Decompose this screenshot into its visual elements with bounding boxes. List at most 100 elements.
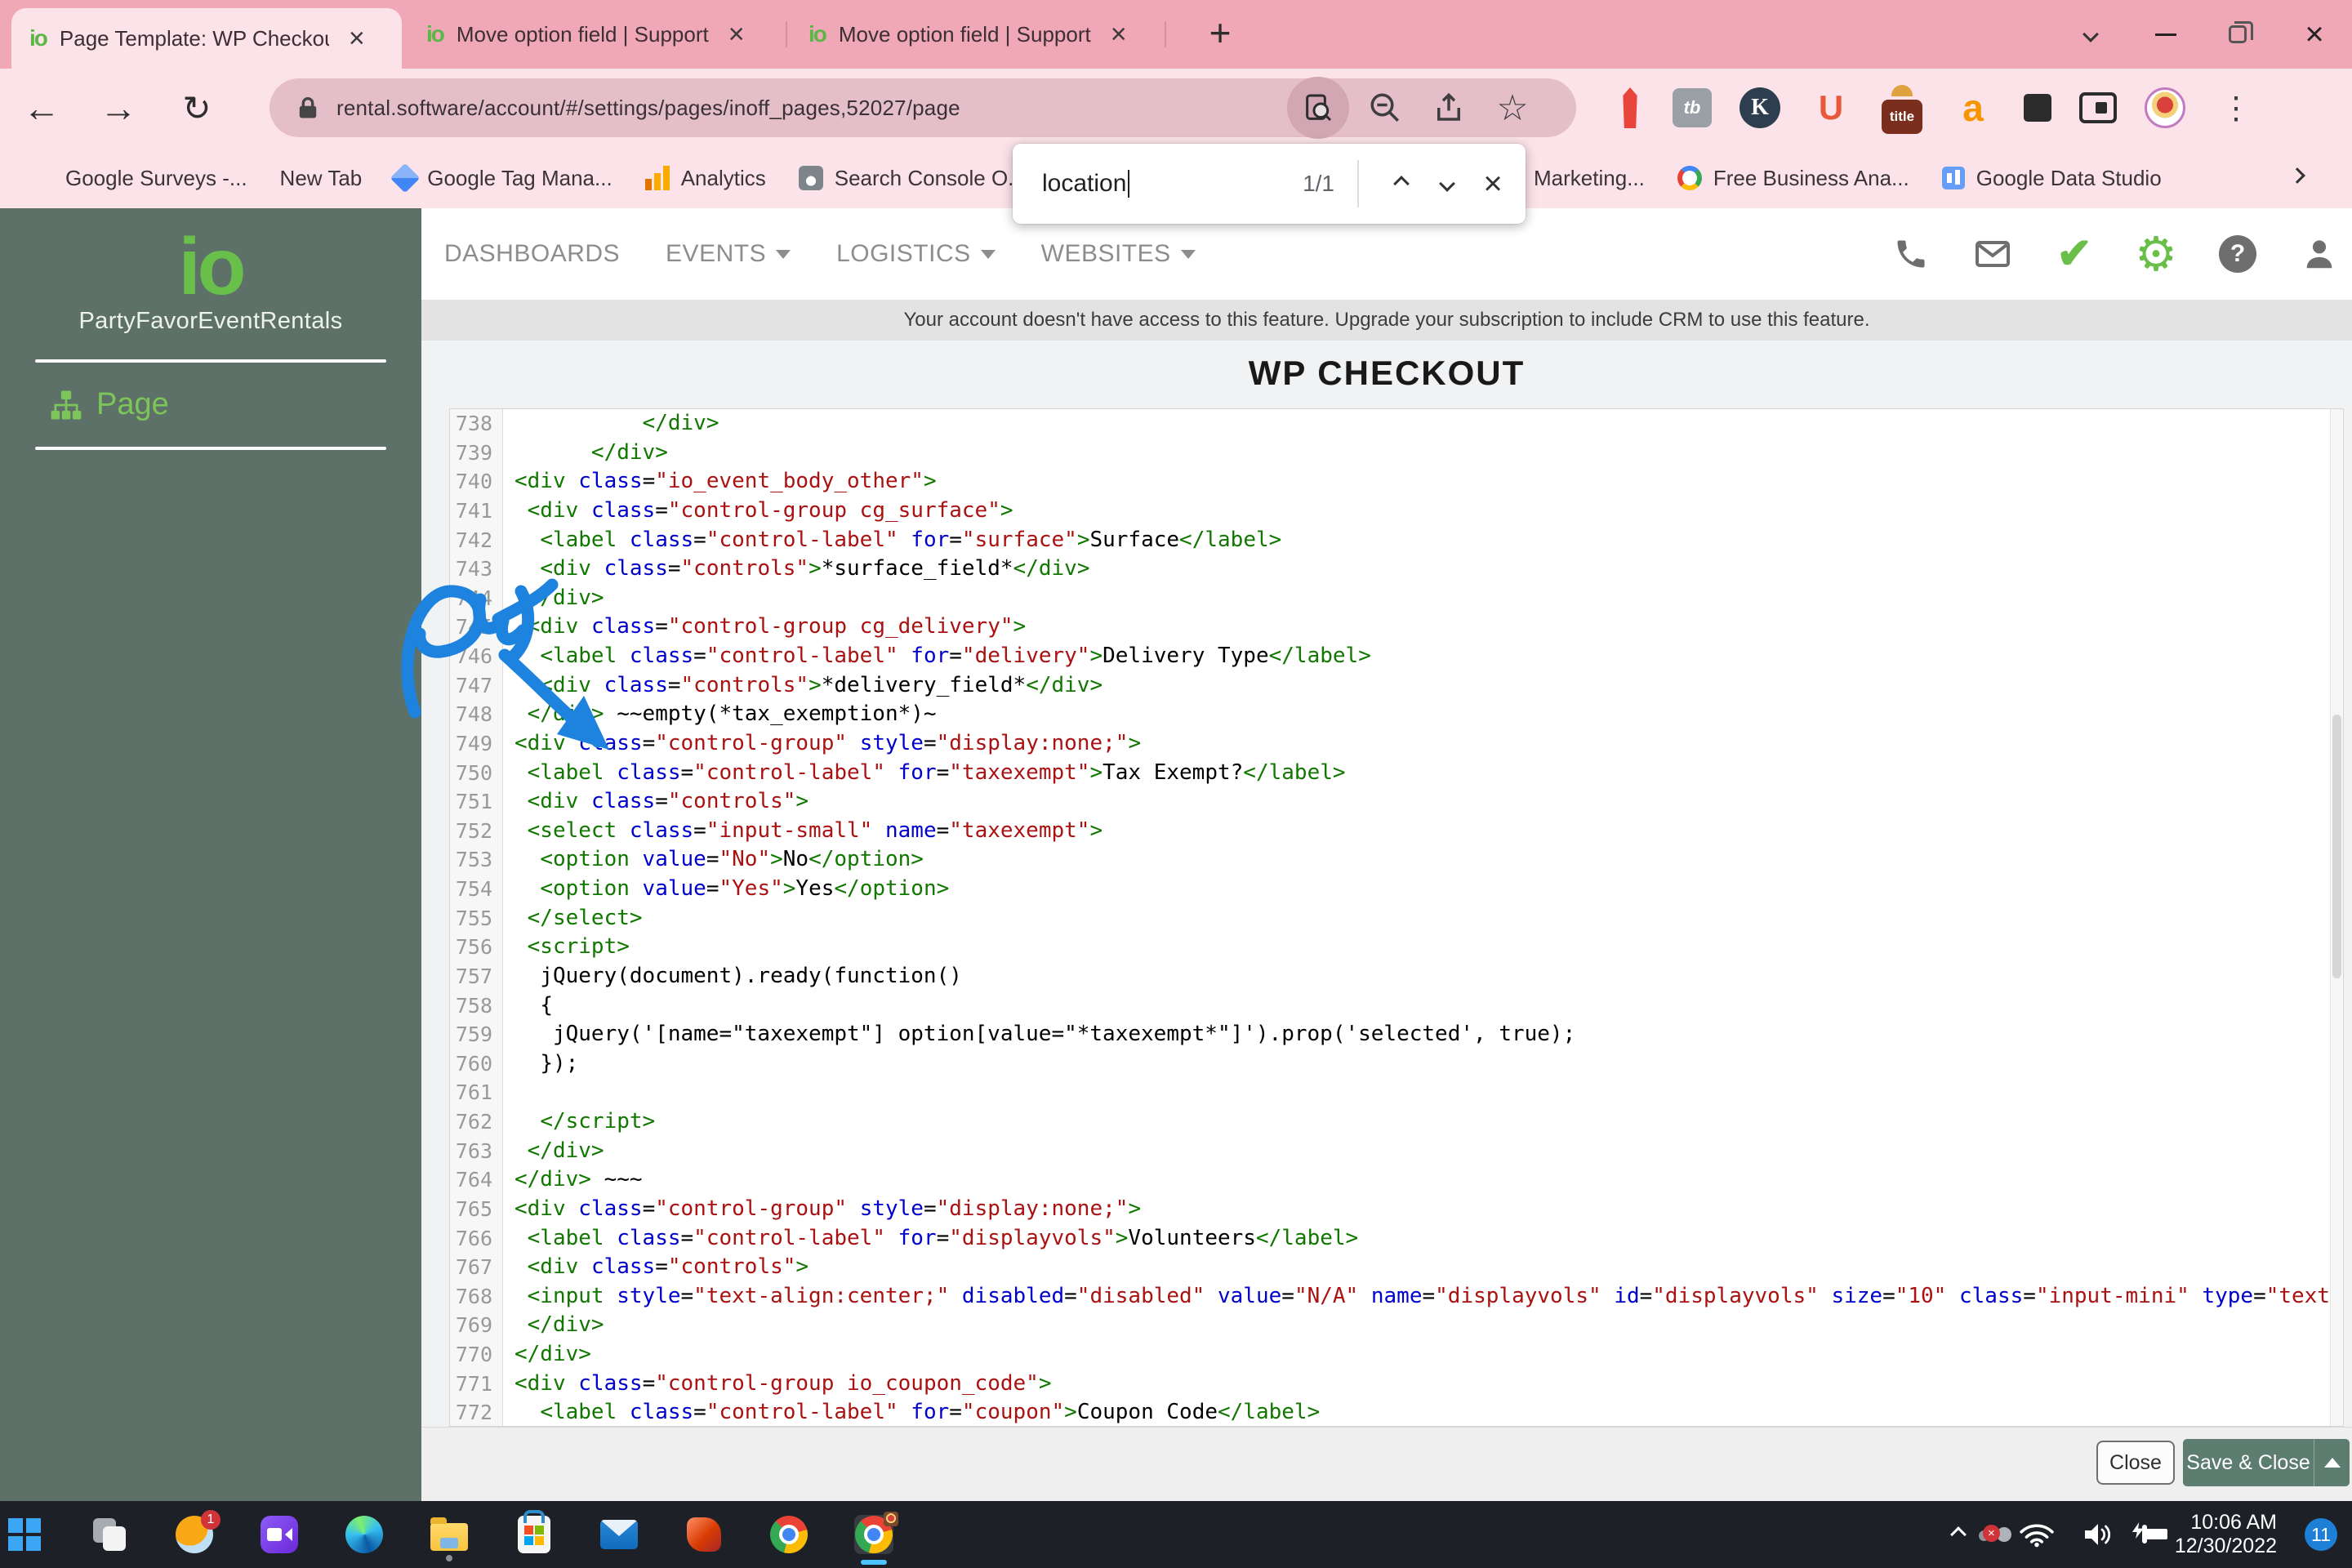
file-explorer-icon[interactable] <box>430 1515 469 1561</box>
minimize-button[interactable] <box>2143 11 2189 57</box>
code-line[interactable]: 746 <label class="control-label" for="de… <box>450 642 2343 671</box>
code-line[interactable]: 742 <label class="control-label" for="su… <box>450 526 2343 555</box>
tab[interactable]: io Move option field | Support × <box>408 0 780 69</box>
office-icon[interactable] <box>684 1515 724 1554</box>
check-icon[interactable]: ✔ <box>2053 229 2096 278</box>
share-icon[interactable] <box>1418 77 1480 139</box>
code-line[interactable]: 749 <div class="control-group" style="dis… <box>450 729 2343 759</box>
code-line[interactable]: 762 </script> <box>450 1107 2343 1137</box>
restore-button[interactable] <box>2215 11 2261 57</box>
nav-dashboards[interactable]: DASHBOARDS <box>444 240 620 268</box>
find-close-icon[interactable]: × <box>1470 161 1516 207</box>
bookmark-star-icon[interactable]: ☆ <box>1481 77 1544 139</box>
code-line[interactable]: 750 <label class="control-label" for="ta… <box>450 759 2343 788</box>
nav-logistics[interactable]: LOGISTICS <box>836 240 996 268</box>
code-line[interactable]: 744 </div> <box>450 584 2343 613</box>
code-line[interactable]: 748 </div> ~~empty(*tax_exemption*)~ <box>450 700 2343 729</box>
code-line[interactable]: 763 </div> <box>450 1137 2343 1166</box>
title-icon[interactable]: title <box>1882 100 1922 134</box>
code-editor[interactable]: 738 </div> 739 </div> 740 <div class="io_ev… <box>449 408 2344 1427</box>
bookmark-item[interactable]: Free Business Ana... <box>1677 166 1909 191</box>
code-line[interactable]: 761 <box>450 1078 2343 1107</box>
code-line[interactable]: 757 jQuery(document).ready(function() <box>450 962 2343 991</box>
extensions-puzzle-icon[interactable] <box>2024 94 2051 122</box>
code-line[interactable]: 765 <div class="control-group" style="dis… <box>450 1195 2343 1224</box>
code-line[interactable]: 743 <div class="controls">*surface_field… <box>450 555 2343 584</box>
code-line[interactable]: 771 <div class="control-group io_coupon_c… <box>450 1370 2343 1399</box>
scrollbar-thumb[interactable] <box>2332 714 2341 979</box>
tab-close-icon[interactable]: × <box>728 19 745 51</box>
bookmark-item[interactable]: Google Tag Mana... <box>390 163 612 194</box>
find-input[interactable]: location <box>1042 170 1126 198</box>
find-next-icon[interactable] <box>1424 161 1470 207</box>
edge-icon[interactable] <box>345 1515 384 1554</box>
zoom-out-icon[interactable] <box>1354 77 1416 139</box>
clock[interactable]: 10:06 AM 12/30/2022 <box>2175 1511 2277 1558</box>
code-line[interactable]: 758 { <box>450 991 2343 1021</box>
code-line[interactable]: 770 </div> <box>450 1340 2343 1370</box>
close-button[interactable]: Close <box>2096 1441 2175 1485</box>
store-icon[interactable] <box>514 1515 554 1554</box>
task-view-icon[interactable] <box>90 1515 129 1554</box>
bookmark-item[interactable]: Google Data Studio <box>1941 166 2162 191</box>
code-line[interactable]: 764 </div> ~~~ <box>450 1165 2343 1195</box>
code-line[interactable]: 745 <div class="control-group cg_deliver… <box>450 612 2343 642</box>
code-line[interactable]: 738 </div> <box>450 409 2343 439</box>
code-line[interactable]: 739 </div> <box>450 439 2343 468</box>
sidebar-item-page[interactable]: Page <box>49 387 421 422</box>
code-line[interactable]: 753 <option value="No">No</option> <box>450 845 2343 875</box>
phone-icon[interactable] <box>1890 229 1932 278</box>
code-line[interactable]: 760 }); <box>450 1049 2343 1079</box>
keywords-icon[interactable]: K <box>1740 87 1780 128</box>
new-tab-button[interactable]: + <box>1199 11 1241 54</box>
lighthouse-icon[interactable] <box>1623 87 1637 128</box>
tagassistant-icon[interactable]: tb <box>1673 88 1712 127</box>
tab[interactable]: io Move option field | Support × <box>791 0 1162 69</box>
back-icon[interactable]: ← <box>13 69 70 147</box>
bookmark-item[interactable]: Marketing... <box>1534 166 1645 191</box>
volume-icon[interactable] <box>2082 1521 2114 1548</box>
editor-scrollbar[interactable] <box>2330 409 2343 1426</box>
save-and-close-button[interactable]: Save & Close <box>2183 1439 2350 1486</box>
side-panel-icon[interactable] <box>2079 92 2117 123</box>
bookmarks-overflow-chevron-icon[interactable] <box>2289 167 2305 184</box>
code-line[interactable]: 755 </select> <box>450 904 2343 933</box>
tab-search-chevron-icon[interactable] <box>2068 11 2114 57</box>
code-line[interactable]: 766 <label class="control-label" for="di… <box>450 1224 2343 1254</box>
find-previous-icon[interactable] <box>1379 161 1424 207</box>
code-line[interactable]: 772 <label class="control-label" for="co… <box>450 1398 2343 1426</box>
save-options-caret[interactable] <box>2314 1439 2350 1486</box>
find-bar[interactable]: location 1/1 × <box>1013 144 1526 224</box>
gear-icon[interactable]: ⚙ <box>2135 228 2177 281</box>
close-window-button[interactable]: × <box>2292 11 2337 57</box>
reload-icon[interactable]: ↻ <box>168 69 225 147</box>
chrome-active-icon[interactable] <box>854 1512 898 1565</box>
nav-websites[interactable]: WEBSITES <box>1041 240 1196 268</box>
menu-dots-icon[interactable]: ⋮ <box>2213 85 2259 131</box>
code-line[interactable]: 769 </div> <box>450 1311 2343 1340</box>
bookmark-item[interactable]: Google Surveys -... <box>29 166 247 191</box>
battery-icon[interactable] <box>2132 1522 2147 1544</box>
help-icon[interactable]: ? <box>2216 229 2259 278</box>
bookmark-item[interactable]: New Tab <box>280 166 363 191</box>
partyfavor-icon[interactable] <box>2145 87 2185 128</box>
code-line[interactable]: 754 <option value="Yes">Yes</option> <box>450 875 2343 904</box>
code-line[interactable]: 756 <script> <box>450 933 2343 962</box>
start-icon[interactable] <box>5 1515 44 1554</box>
tab-close-icon[interactable]: × <box>1111 19 1127 51</box>
code-line[interactable]: 751 <div class="controls"> <box>450 787 2343 817</box>
code-line[interactable]: 740 <div class="io_event_body_other"> <box>450 467 2343 497</box>
bookmark-item[interactable]: Search Console O... <box>798 166 1026 191</box>
mail-icon[interactable] <box>1971 229 2014 278</box>
tray-chevron-up-icon[interactable] <box>1949 1526 1967 1543</box>
nav-events[interactable]: EVENTS <box>666 240 791 268</box>
code-line[interactable]: 741 <div class="control-group cg_surface… <box>450 497 2343 526</box>
code-line[interactable]: 768 <input style="text-align:center;" di… <box>450 1282 2343 1312</box>
code-line[interactable]: 759 jQuery('[name="taxexempt"] option[va… <box>450 1020 2343 1049</box>
code-line[interactable]: 767 <div class="controls"> <box>450 1253 2343 1282</box>
chrome-icon[interactable] <box>769 1515 808 1554</box>
chat-icon[interactable] <box>260 1515 299 1554</box>
mail-app-icon[interactable] <box>599 1515 639 1554</box>
code-line[interactable]: 747 <div class="controls">*delivery_fiel… <box>450 671 2343 701</box>
find-in-page-icon[interactable] <box>1287 77 1349 139</box>
